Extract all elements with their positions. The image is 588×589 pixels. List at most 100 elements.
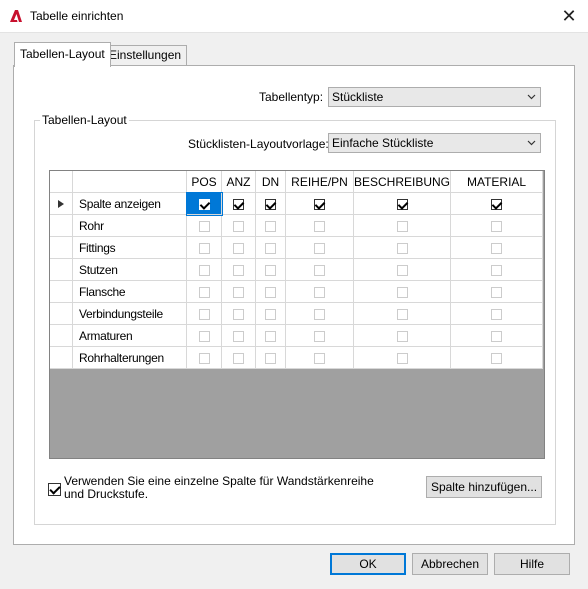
grid-cell <box>255 236 286 259</box>
grid-cell <box>186 302 222 325</box>
column-checkbox <box>198 264 210 276</box>
title-bar: Tabelle einrichten ✕ <box>0 0 588 32</box>
column-checkbox <box>491 308 503 320</box>
grid-cell <box>353 324 452 347</box>
table-type-select[interactable]: Stückliste <box>328 87 541 107</box>
grid-cell <box>353 236 452 259</box>
column-checkbox <box>491 330 503 342</box>
column-checkbox <box>233 330 244 342</box>
column-header: REIHE/PN <box>285 171 354 193</box>
grid-cell <box>353 258 452 281</box>
grid-cell <box>285 346 354 369</box>
column-checkbox <box>314 352 325 364</box>
grid-cell <box>255 214 286 237</box>
single-column-checkbox[interactable] <box>48 483 61 496</box>
row-indicator <box>50 346 73 369</box>
grid-cell <box>186 346 222 369</box>
close-button[interactable]: ✕ <box>558 5 580 27</box>
tab-tabellen-layout[interactable]: Tabellen-Layout <box>14 42 111 67</box>
grid-cell <box>450 236 544 259</box>
grid-row: Rohr <box>50 214 544 237</box>
column-checkbox <box>396 352 408 364</box>
autocad-logo-icon <box>10 10 22 22</box>
column-checkbox[interactable] <box>198 198 210 210</box>
column-checkbox <box>198 352 210 364</box>
grid-corner-cell <box>50 171 73 193</box>
tab-einstellungen[interactable]: Einstellungen <box>103 45 188 66</box>
grid-cell <box>221 280 256 303</box>
column-checkbox <box>265 286 276 298</box>
chevron-down-icon <box>527 140 536 146</box>
column-checkbox <box>198 220 210 232</box>
grid-row: Flansche <box>50 280 544 303</box>
grid-cell <box>450 258 544 281</box>
grid-row: Rohrhalterungen <box>50 346 544 369</box>
chevron-down-icon <box>527 94 536 100</box>
column-checkbox[interactable] <box>265 198 276 210</box>
template-label: Stücklisten-Layoutvorlage: <box>188 137 329 151</box>
column-checkbox <box>198 242 210 254</box>
help-button[interactable]: Hilfe <box>494 553 570 575</box>
grid-cell <box>285 280 354 303</box>
template-value: Einfache Stückliste <box>332 136 434 150</box>
column-checkbox <box>198 286 210 298</box>
grid-cell <box>353 214 452 237</box>
column-checkbox <box>491 264 503 276</box>
column-header: BESCHREIBUNG <box>353 171 452 193</box>
grid-row: Armaturen <box>50 324 544 347</box>
grid-cell <box>255 302 286 325</box>
column-checkbox <box>314 264 325 276</box>
column-checkbox[interactable] <box>396 198 408 210</box>
column-checkbox <box>396 330 408 342</box>
row-label: Rohrhalterungen <box>72 346 187 369</box>
row-label: Spalte anzeigen <box>72 192 187 215</box>
grid-cell <box>186 258 222 281</box>
grid-cell <box>221 346 256 369</box>
window-title: Tabelle einrichten <box>30 9 124 23</box>
column-header: MATERIAL <box>450 171 544 193</box>
grid-cell <box>450 324 544 347</box>
grid-cell <box>285 302 354 325</box>
grid-table: POS ANZ DN REIHE/PN BESCHREIBUNG MATERIAL Spa… <box>50 171 544 369</box>
column-header: DN <box>255 171 286 193</box>
grid-cell <box>185 191 223 216</box>
row-indicator <box>50 280 73 303</box>
column-checkbox[interactable] <box>233 198 244 210</box>
column-checkbox <box>396 242 408 254</box>
column-checkbox <box>396 286 408 298</box>
column-checkbox <box>233 220 244 232</box>
ok-button[interactable]: OK <box>330 553 406 575</box>
column-checkbox <box>314 242 325 254</box>
column-checkbox[interactable] <box>314 198 325 210</box>
template-select[interactable]: Einfache Stückliste <box>328 133 541 153</box>
grid-cell <box>450 214 544 237</box>
tab-label: Einstellungen <box>109 48 182 62</box>
grid-cell <box>255 324 286 347</box>
grid-row: Stutzen <box>50 258 544 281</box>
column-checkbox <box>396 264 408 276</box>
grid-cell <box>450 302 544 325</box>
column-checkbox <box>233 308 244 320</box>
table-type-label: Tabellentyp: <box>259 90 324 104</box>
grid-cell <box>221 192 256 215</box>
column-header: ANZ <box>221 171 256 193</box>
grid-row: Fittings <box>50 236 544 259</box>
column-checkbox <box>314 308 325 320</box>
column-checkbox <box>396 220 408 232</box>
grid-row: Spalte anzeigen <box>50 191 544 216</box>
grid-cell <box>186 214 222 237</box>
grid-cell <box>221 214 256 237</box>
column-checkbox <box>265 264 276 276</box>
layout-group-legend: Tabellen-Layout <box>40 113 129 127</box>
grid-cell <box>221 236 256 259</box>
column-checkbox <box>265 352 276 364</box>
row-label: Fittings <box>72 236 187 259</box>
column-checkbox <box>491 220 503 232</box>
add-column-button[interactable]: Spalte hinzufügen... <box>426 476 542 498</box>
cancel-button[interactable]: Abbrechen <box>412 553 488 575</box>
grid-cell <box>353 280 452 303</box>
column-checkbox <box>491 352 503 364</box>
column-checkbox[interactable] <box>491 198 503 210</box>
row-label: Verbindungsteile <box>72 302 187 325</box>
grid-cell <box>353 302 452 325</box>
